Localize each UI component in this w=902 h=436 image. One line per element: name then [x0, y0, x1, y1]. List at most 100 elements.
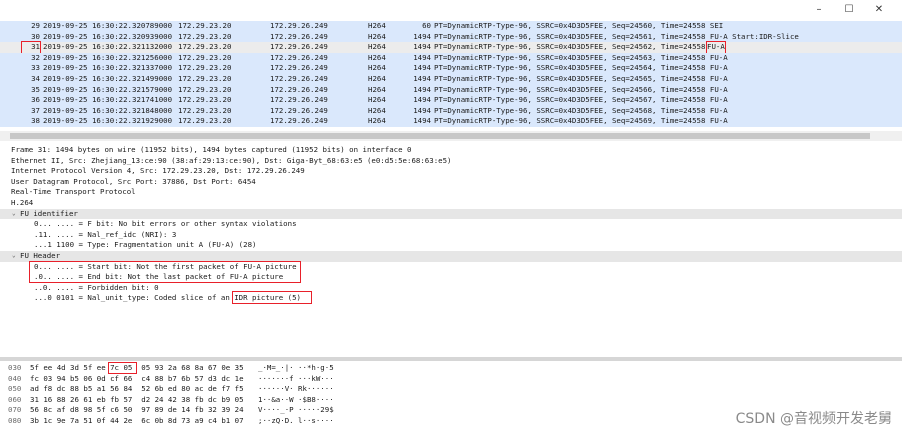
hex-7c05-highlight — [108, 362, 137, 374]
packet-proto: H264 — [368, 31, 386, 41]
packet-dst: 172.29.26.249 — [270, 105, 328, 115]
packet-proto: H264 — [368, 42, 386, 52]
packet-src: 172.29.23.20 — [178, 63, 232, 73]
detail-row[interactable]: H.264 — [0, 198, 902, 209]
packet-row[interactable]: 31 2019-09-25 16:30:22.321132000 172.29.23… — [0, 41, 902, 54]
detail-row[interactable]: ...0 0101 = Nal_unit_type: Coded slice o… — [0, 293, 902, 304]
packet-info: PT=DynamicRTP-Type-96, SSRC=0x4D3D5FEE, … — [434, 74, 728, 83]
packet-proto: H264 — [368, 74, 386, 83]
expand-chevron-icon[interactable]: ⌄ — [12, 251, 16, 262]
close-icon[interactable]: ✕ — [868, 3, 890, 17]
packet-dst: 172.29.26.249 — [270, 42, 328, 52]
packet-proto: H264 — [368, 95, 386, 105]
packet-row[interactable]: 34 2019-09-25 16:30:22.321499000 172.29.23… — [0, 74, 902, 85]
packet-src: 172.29.23.20 — [178, 95, 232, 105]
scrollbar-thumb[interactable] — [10, 133, 870, 139]
packet-src: 172.29.23.20 — [178, 105, 232, 115]
detail-text: .11. .... = Nal_ref_idc (NRI): 3 — [34, 229, 177, 239]
detail-row[interactable]: Real-Time Transport Protocol — [0, 187, 902, 198]
packet-row[interactable]: 30 2019-09-25 16:30:22.320939000 172.29.23… — [0, 31, 902, 43]
packet-time: 2019-09-25 16:30:22.320939000 — [43, 31, 173, 41]
packet-no: 34 — [31, 74, 40, 83]
minimize-icon[interactable]: – — [808, 3, 830, 17]
packet-src: 172.29.23.20 — [178, 84, 232, 94]
packet-time: 2019-09-25 16:30:22.321848000 — [43, 105, 173, 115]
detail-row[interactable]: ⌄ FU identifier — [0, 208, 902, 220]
packet-len: 1494 — [413, 31, 431, 41]
maximize-icon[interactable]: ☐ — [838, 3, 860, 17]
expand-chevron-icon[interactable]: ⌄ — [12, 209, 16, 220]
bytes-ascii: 1··&a··W ·$B8···· — [258, 394, 334, 404]
packet-src: 172.29.23.20 — [178, 74, 232, 83]
bytes-ascii: ······V· Rk······ — [258, 384, 334, 394]
detail-text: ..0. .... = Forbidden bit: 0 — [34, 282, 159, 292]
packet-proto: H264 — [368, 63, 386, 73]
packet-row[interactable]: 35 2019-09-25 16:30:22.321579000 172.29.23… — [0, 84, 902, 96]
packet-len: 1494 — [413, 105, 431, 115]
detail-text: FU identifier — [20, 208, 78, 218]
packet-time: 2019-09-25 16:30:22.321337000 — [43, 63, 173, 73]
bytes-row[interactable]: 050 ad f8 dc 88 b5 a1 56 84 52 6b ed 80 a… — [0, 384, 902, 395]
packet-time: 2019-09-25 16:30:22.320789000 — [43, 21, 173, 30]
bytes-off: 080 — [8, 416, 22, 425]
bytes-row[interactable]: 060 31 16 88 26 61 eb fb 57 d2 24 42 38 f… — [0, 395, 902, 406]
detail-text: 0... .... = F bit: No bit errors or othe… — [34, 219, 297, 229]
detail-row[interactable]: Ethernet II, Src: Zhejiang_13:ce:90 (38:… — [0, 156, 902, 167]
detail-row[interactable]: Internet Protocol Version 4, Src: 172.29… — [0, 166, 902, 177]
packet-proto: H264 — [368, 21, 386, 30]
horizontal-scrollbar[interactable] — [0, 131, 902, 141]
title-bar: – ☐ ✕ — [0, 0, 902, 20]
packet-src: 172.29.23.20 — [178, 31, 232, 41]
detail-text: User Datagram Protocol, Src Port: 37886,… — [11, 176, 256, 186]
pane-divider[interactable] — [0, 357, 902, 361]
packet-proto: H264 — [368, 84, 386, 94]
detail-row[interactable]: 0... .... = F bit: No bit errors or othe… — [0, 219, 902, 230]
packet-no: 37 — [31, 105, 40, 115]
packet-time: 2019-09-25 16:30:22.321579000 — [43, 84, 173, 94]
packet-info: PT=DynamicRTP-Type-96, SSRC=0x4D3D5FEE, … — [434, 31, 799, 41]
detail-text: ...1 1100 = Type: Fragmentation unit A (… — [34, 240, 257, 250]
packet-len: 1494 — [413, 63, 431, 73]
packet-no: 32 — [31, 52, 40, 62]
detail-row[interactable]: .11. .... = Nal_ref_idc (NRI): 3 — [0, 230, 902, 241]
bytes-off: 050 — [8, 384, 22, 394]
packet-info: PT=DynamicRTP-Type-96, SSRC=0x4D3D5FEE, … — [434, 21, 724, 30]
packet-row[interactable]: 37 2019-09-25 16:30:22.321848000 172.29.23… — [0, 105, 902, 117]
detail-row[interactable]: User Datagram Protocol, Src Port: 37886,… — [0, 177, 902, 188]
detail-row[interactable]: Frame 31: 1494 bytes on wire (11952 bits… — [0, 145, 902, 156]
detail-text: H.264 — [11, 198, 34, 207]
packet-no: 31 — [21, 41, 41, 54]
bytes-ascii: ;··zQ·D. l··s···· — [258, 416, 334, 425]
bytes-hex: fc 03 94 b5 06 0d cf 66 c4 88 b7 6b 57 d… — [30, 373, 244, 383]
packet-len: 1494 — [413, 84, 431, 94]
packet-proto: H264 — [368, 52, 386, 62]
packet-len: 1494 — [413, 74, 431, 83]
detail-text: Frame 31: 1494 bytes on wire (11952 bits… — [11, 145, 412, 154]
packet-time: 2019-09-25 16:30:22.321499000 — [43, 74, 173, 83]
packet-dst: 172.29.26.249 — [270, 63, 328, 73]
packet-row[interactable]: 38 2019-09-25 16:30:22.321929000 172.29.23… — [0, 116, 902, 127]
packet-time: 2019-09-25 16:30:22.321256000 — [43, 52, 173, 62]
packet-row[interactable]: 36 2019-09-25 16:30:22.321741000 172.29.23… — [0, 95, 902, 106]
packet-src: 172.29.23.20 — [178, 116, 232, 126]
packet-row[interactable]: 32 2019-09-25 16:30:22.321256000 172.29.23… — [0, 52, 902, 64]
bytes-hex: 56 8c af d8 98 5f c6 50 97 89 de 14 fb 3… — [30, 405, 244, 415]
packet-len: 1494 — [413, 116, 431, 126]
packet-info: PT=DynamicRTP-Type-96, SSRC=0x4D3D5FEE, … — [434, 52, 728, 62]
bytes-off: 070 — [8, 405, 22, 415]
packet-info: PT=DynamicRTP-Type-96, SSRC=0x4D3D5FEE, … — [434, 116, 728, 126]
packet-info-fua-highlight: FU-A — [706, 41, 726, 54]
packet-no: 30 — [31, 31, 40, 41]
detail-row[interactable]: ...1 1100 = Type: Fragmentation unit A (… — [0, 240, 902, 251]
packet-dst: 172.29.26.249 — [270, 21, 328, 30]
bytes-row[interactable]: 040 fc 03 94 b5 06 0d cf 66 c4 88 b7 6b 5… — [0, 374, 902, 385]
detail-row[interactable]: ..0. .... = Forbidden bit: 0 — [0, 283, 902, 294]
bytes-hex: 3b 1c 9e 7a 51 0f 44 2e 6c 0b 8d 73 a9 c… — [30, 416, 244, 425]
packet-row[interactable]: 29 2019-09-25 16:30:22.320789000 172.29.23… — [0, 21, 902, 32]
bytes-hex: ad f8 dc 88 b5 a1 56 84 52 6b ed 80 ac d… — [30, 384, 244, 394]
packet-dst: 172.29.26.249 — [270, 31, 328, 41]
packet-row[interactable]: 33 2019-09-25 16:30:22.321337000 172.29.23… — [0, 63, 902, 74]
packet-len: 1494 — [413, 95, 431, 105]
packet-len: 60 — [422, 21, 431, 30]
packet-dst: 172.29.26.249 — [270, 95, 328, 105]
